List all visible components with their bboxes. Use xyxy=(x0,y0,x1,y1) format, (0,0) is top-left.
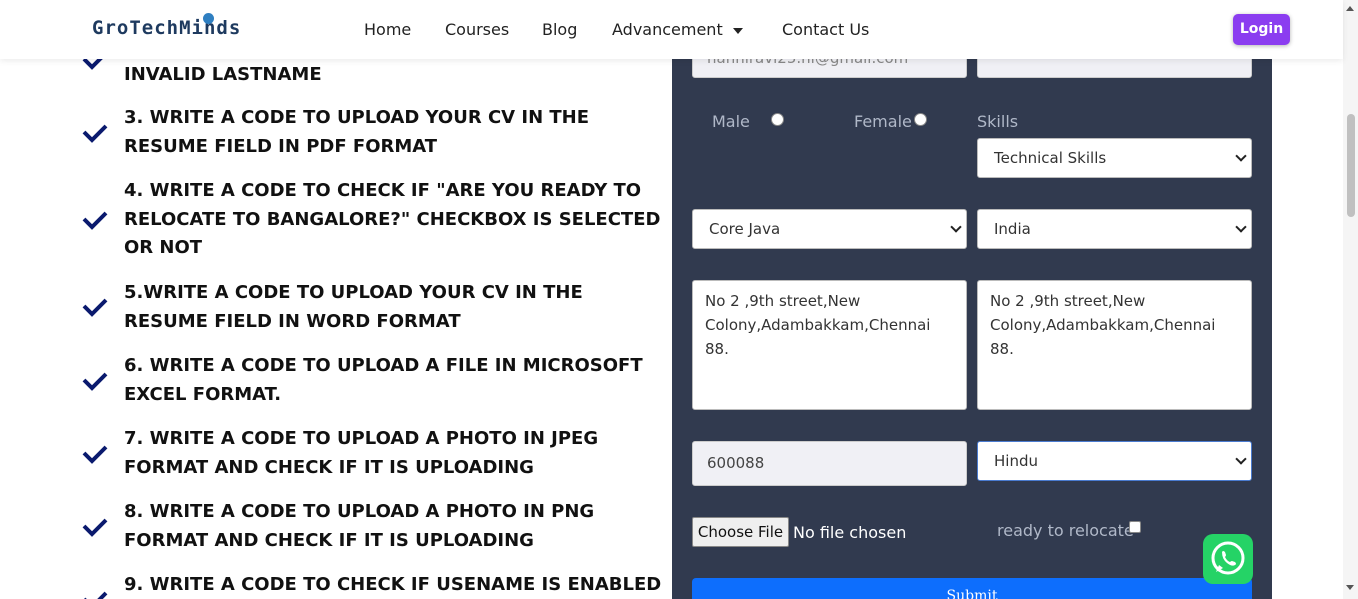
nav-advancement-label: Advancement xyxy=(612,20,723,39)
chevron-down-icon xyxy=(950,221,962,233)
nav-home[interactable]: Home xyxy=(364,20,411,39)
task-item: 6. WRITE A CODE TO UPLOAD A FILE IN MICR… xyxy=(124,355,643,405)
task-item: 7. WRITE A CODE TO UPLOAD A PHOTO IN JPE… xyxy=(124,428,599,478)
chevron-down-icon xyxy=(1235,150,1247,162)
caret-down-icon xyxy=(732,27,743,34)
logo-dot-icon xyxy=(203,13,214,24)
skills-select[interactable]: Technical Skills xyxy=(977,138,1252,178)
logo-text: GroTechMinds xyxy=(92,17,242,39)
task-item: 8. WRITE A CODE TO UPLOAD A PHOTO IN PNG… xyxy=(124,501,595,551)
task-item: 9. WRITE A CODE TO CHECK IF USENAME IS E… xyxy=(124,574,662,595)
permanent-address-textarea[interactable]: No 2 ,9th street,New Colony,Adambakkam,C… xyxy=(977,280,1252,410)
relocate-checkbox[interactable] xyxy=(1129,521,1141,533)
check-icon xyxy=(82,211,108,230)
choose-file-button[interactable]: Choose File xyxy=(692,517,789,547)
relocate-label: ready to relocate xyxy=(997,521,1134,540)
address-textarea[interactable]: No 2 ,9th street,New Colony,Adambakkam,C… xyxy=(692,280,967,410)
religion-select[interactable]: Hindu xyxy=(977,441,1252,481)
page-scrollbar[interactable] xyxy=(1343,0,1358,599)
task-item: 3. WRITE A CODE TO UPLOAD YOUR CV IN THE… xyxy=(124,107,590,157)
whatsapp-icon xyxy=(1211,541,1245,575)
skills-label: Skills xyxy=(977,112,1019,131)
country-select-value: India xyxy=(994,220,1031,238)
check-icon xyxy=(84,591,108,599)
check-icon xyxy=(82,445,108,464)
submit-button[interactable]: Submit xyxy=(692,578,1252,599)
scrollbar-thumb[interactable] xyxy=(1347,114,1355,217)
religion-select-value: Hindu xyxy=(994,452,1038,470)
course-select[interactable]: Core Java xyxy=(692,209,967,249)
course-select-value: Core Java xyxy=(709,220,781,238)
task-item: 4. WRITE A CODE TO CHECK IF "ARE YOU REA… xyxy=(124,180,661,258)
check-icon xyxy=(82,124,108,143)
nav-courses[interactable]: Courses xyxy=(445,20,509,39)
male-label: Male xyxy=(712,112,750,131)
nav-advancement[interactable]: Advancement xyxy=(612,20,743,39)
scroll-up-icon[interactable] xyxy=(1346,6,1354,11)
task-item: INVALID LASTNAME xyxy=(124,64,322,85)
female-radio[interactable] xyxy=(914,113,927,126)
female-label: Female xyxy=(854,112,912,131)
nav-contact[interactable]: Contact Us xyxy=(782,20,869,39)
pincode-field[interactable]: 600088 xyxy=(692,441,967,486)
login-button[interactable]: Login xyxy=(1233,14,1290,45)
male-radio[interactable] xyxy=(771,113,784,126)
task-item: 5.WRITE A CODE TO UPLOAD YOUR CV IN THE … xyxy=(124,282,583,332)
check-icon xyxy=(82,518,108,537)
nav-blog[interactable]: Blog xyxy=(542,20,577,39)
chevron-down-icon xyxy=(1235,221,1247,233)
site-header: GroTechMinds Home Courses Blog Advanceme… xyxy=(0,0,1343,59)
whatsapp-button[interactable] xyxy=(1203,534,1253,584)
skills-select-value: Technical Skills xyxy=(994,149,1107,167)
scroll-down-icon[interactable] xyxy=(1346,585,1354,590)
country-select[interactable]: India xyxy=(977,209,1252,249)
no-file-text: No file chosen xyxy=(793,523,907,542)
check-icon xyxy=(82,372,108,391)
check-icon xyxy=(82,298,108,317)
site-logo[interactable]: GroTechMinds xyxy=(92,13,242,39)
chevron-down-icon xyxy=(1235,453,1247,465)
